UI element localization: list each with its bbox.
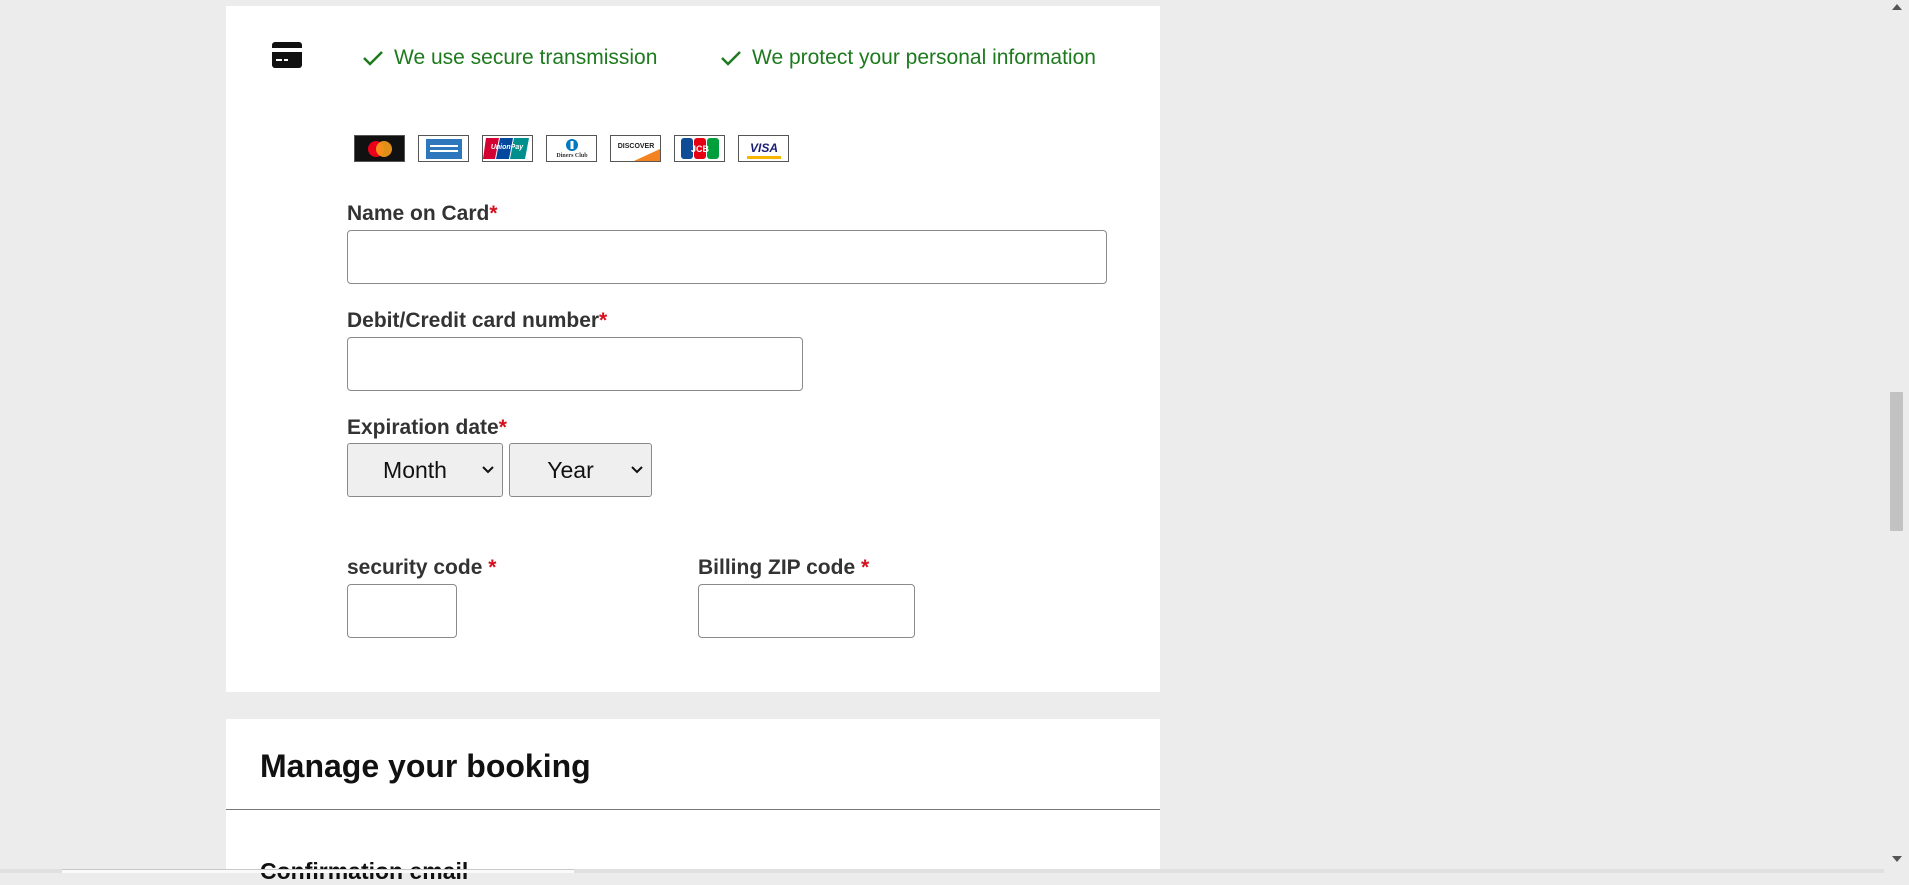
manage-booking-title: Manage your booking (260, 748, 591, 784)
secure-transmission-note: We use secure transmission (362, 46, 657, 70)
jcb-logo-text: JCB (691, 144, 710, 154)
expiry-month-value: Month (383, 456, 447, 483)
bottom-edge (0, 869, 1884, 873)
chevron-down-icon (482, 466, 494, 474)
protect-info-note: We protect your personal information (720, 46, 1096, 70)
checkmark-icon (721, 51, 741, 66)
visa-logo-text: VISA (749, 141, 777, 155)
accepted-cards: UnionPay Diners Club DISCOVER JCB VISA (354, 135, 789, 162)
unionpay-logo: UnionPay (482, 135, 533, 162)
billing-zip-label: Billing ZIP code * (698, 556, 870, 579)
secure-transmission-text: We use secure transmission (394, 46, 658, 69)
checkmark-icon (363, 51, 383, 66)
scroll-down-arrow-icon[interactable] (1892, 856, 1902, 862)
name-on-card-label: Name on Card* (347, 202, 498, 225)
vertical-scrollbar[interactable] (1884, 0, 1909, 873)
payment-details-panel: We use secure transmission We protect yo… (226, 6, 1160, 692)
manage-booking-panel: Manage your booking Confirmation email (226, 719, 1160, 884)
name-on-card-input[interactable] (347, 230, 1107, 284)
diners-club-logo: Diners Club (546, 135, 597, 162)
scrollbar-thumb[interactable] (1890, 392, 1903, 531)
mastercard-logo (354, 135, 405, 162)
billing-zip-input[interactable] (698, 584, 915, 638)
protect-info-text: We protect your personal information (752, 46, 1096, 69)
visa-logo: VISA (738, 135, 789, 162)
security-code-input[interactable] (347, 584, 457, 638)
credit-card-icon (272, 42, 302, 68)
discover-logo: DISCOVER (610, 135, 661, 162)
expiration-date-label: Expiration date* (347, 416, 507, 439)
discover-logo-text: DISCOVER (617, 143, 654, 150)
scroll-up-arrow-icon[interactable] (1892, 4, 1902, 10)
unionpay-logo-text: UnionPay (491, 144, 524, 151)
american-express-logo (418, 135, 469, 162)
expiry-year-value: Year (547, 456, 594, 483)
section-divider (226, 809, 1160, 810)
chevron-down-icon (631, 466, 643, 474)
card-number-input[interactable] (347, 337, 803, 391)
expiry-month-select[interactable]: Month (347, 443, 503, 497)
diners-club-logo-text: Diners Club (556, 153, 588, 159)
security-code-label: security code * (347, 556, 497, 579)
jcb-logo: JCB (674, 135, 725, 162)
card-number-label: Debit/Credit card number* (347, 309, 608, 332)
expiry-year-select[interactable]: Year (509, 443, 652, 497)
